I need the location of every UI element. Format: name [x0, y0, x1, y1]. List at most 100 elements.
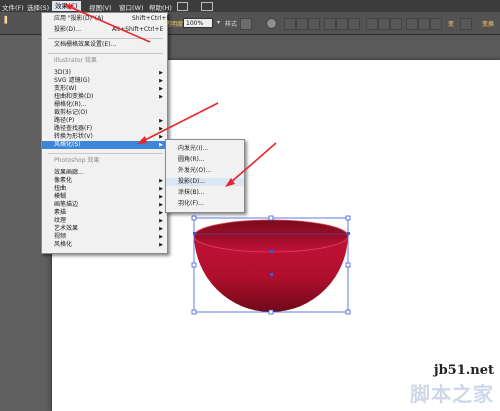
selection-handle[interactable]: [268, 215, 274, 221]
document-raster-settings-label: 文档栅格效果设置(E)...: [54, 41, 117, 48]
opacity-select[interactable]: 100%: [183, 18, 213, 28]
menu-select[interactable]: 选择(S): [27, 2, 49, 12]
menu-file[interactable]: 文件(F): [2, 2, 24, 12]
submenu-arrow-icon: ▶: [159, 86, 163, 92]
menu-item-path[interactable]: 路径(P) ▶: [42, 117, 167, 125]
submenu-item-round-corners[interactable]: 圆角(R)...: [166, 156, 244, 164]
menu-item-pathfinder[interactable]: 路径查找器(F) ▶: [42, 125, 167, 133]
menu-item-sketch[interactable]: 素描 ▶: [42, 209, 167, 217]
menu-window[interactable]: 窗口(W): [119, 2, 144, 12]
menu-item-convert-to-shape[interactable]: 转换为形状(V) ▶: [42, 133, 167, 141]
submenu-arrow-icon: ▶: [159, 202, 163, 208]
submenu-arrow-icon: ▶: [159, 210, 163, 216]
transform-label[interactable]: 变换: [482, 19, 494, 28]
submenu-arrow-icon: ▶: [159, 94, 163, 100]
submenu-item-inner-glow[interactable]: 内发光(I)...: [166, 145, 244, 153]
menu-item-video[interactable]: 视频 ▶: [42, 233, 167, 241]
menu-help[interactable]: 帮助(H): [149, 2, 172, 12]
align-top-icon[interactable]: [324, 18, 336, 30]
distribute-5-icon[interactable]: [418, 18, 430, 30]
submenu-item-drop-shadow[interactable]: 投影(D)...: [166, 178, 244, 186]
last-effect-shortcut: Alt+Shift+Ctrl+E: [112, 26, 164, 33]
menu-item-label: 路径查找器(F): [54, 125, 93, 132]
last-effect-label: 投影(D)...: [54, 26, 82, 33]
anchor-point[interactable]: [347, 232, 350, 235]
submenu-arrow-icon: ▶: [159, 242, 163, 248]
menu-item-warp[interactable]: 变形(W) ▶: [42, 85, 167, 93]
bridge-icon[interactable]: [177, 2, 188, 11]
submenu-item-label: 圆角(R)...: [178, 156, 205, 163]
align-bottom-icon[interactable]: [348, 18, 360, 30]
menu-item-3d[interactable]: 3D(3) ▶: [42, 69, 167, 77]
submenu-item-outer-glow[interactable]: 外发光(O)...: [166, 167, 244, 175]
menu-item-stylize[interactable]: 风格化(S) ▶: [42, 141, 167, 149]
menu-item-rasterize[interactable]: 栅格化(R)...: [42, 101, 167, 109]
menu-item-label: 效果画廊...: [54, 169, 84, 176]
align-middle-icon[interactable]: [336, 18, 348, 30]
submenu-item-label: 投影(D)...: [178, 178, 206, 185]
menu-item-brush-strokes[interactable]: 画笔描边 ▶: [42, 201, 167, 209]
align-center-icon[interactable]: [296, 18, 308, 30]
watermark-name: 脚本之家: [410, 382, 494, 406]
submenu-arrow-icon: ▶: [159, 194, 163, 200]
menu-item-distort-transform[interactable]: 扭曲和变换(D) ▶: [42, 93, 167, 101]
submenu-arrow-icon: ▶: [159, 178, 163, 184]
menu-item-svg-filters[interactable]: SVG 滤镜(G) ▶: [42, 77, 167, 85]
menu-separator: [48, 38, 163, 39]
anchor-point[interactable]: [193, 232, 196, 235]
menu-item-distort[interactable]: 扭曲 ▶: [42, 185, 167, 193]
distribute-4-icon[interactable]: [406, 18, 418, 30]
distribute-6-icon[interactable]: [430, 18, 442, 30]
menu-item-label: 艺术效果: [54, 225, 79, 232]
selection-handle[interactable]: [268, 309, 274, 315]
selection-handle[interactable]: [345, 262, 351, 268]
distribute-2-icon[interactable]: [378, 18, 390, 30]
illustrator-effects-header-label: Illustrator 效果: [54, 57, 97, 64]
apply-last-effect[interactable]: 应用 "投影(D)"(A) Shift+Ctrl+E: [42, 15, 171, 23]
menu-item-label: 风格化: [54, 241, 73, 248]
menu-item-label: 裁剪标记(O): [54, 109, 88, 116]
distribute-3-icon[interactable]: [390, 18, 402, 30]
document-raster-settings[interactable]: 文档栅格效果设置(E)...: [42, 41, 167, 49]
menu-effect[interactable]: 效果(C): [52, 1, 81, 11]
apply-last-effect-shortcut: Shift+Ctrl+E: [132, 15, 171, 22]
align-left-icon[interactable]: [284, 18, 296, 30]
submenu-arrow-icon: ▶: [159, 78, 163, 84]
distribute-icon[interactable]: [366, 18, 378, 30]
apply-last-effect-label: 应用 "投影(D)"(A): [54, 15, 104, 22]
menu-item-blur[interactable]: 模糊 ▶: [42, 193, 167, 201]
menu-item-effect-gallery[interactable]: 效果画廊...: [42, 169, 167, 177]
selection-handle[interactable]: [191, 262, 197, 268]
submenu-arrow-icon: ▶: [159, 70, 163, 76]
menu-view[interactable]: 视图(V): [89, 2, 112, 12]
menu-item-label: 素描: [54, 209, 67, 216]
transform-short-label[interactable]: 变: [448, 19, 454, 28]
isolate-icon[interactable]: [460, 18, 472, 30]
center-point[interactable]: [270, 273, 273, 276]
selection-handle[interactable]: [191, 309, 197, 315]
menu-item-texture[interactable]: 纹理 ▶: [42, 217, 167, 225]
menu-separator: [48, 53, 163, 54]
dropdown-arrow-icon[interactable]: ▾: [217, 19, 220, 26]
menu-item-stylize-ps[interactable]: 风格化 ▶: [42, 241, 167, 249]
submenu-item-feather[interactable]: 羽化(F)...: [166, 200, 244, 208]
arrange-documents-icon[interactable]: [201, 2, 213, 11]
menu-item-crop-marks[interactable]: 裁剪标记(O): [42, 109, 167, 117]
selection-handle[interactable]: [345, 215, 351, 221]
stylize-submenu: 内发光(I)... 圆角(R)... 外发光(O)... 投影(D)... 涂抹…: [165, 139, 245, 213]
menu-item-label: 转换为形状(V): [54, 133, 93, 140]
menu-item-artistic[interactable]: 艺术效果 ▶: [42, 225, 167, 233]
submenu-item-label: 内发光(I)...: [178, 145, 209, 152]
recolor-icon[interactable]: [266, 18, 277, 29]
submenu-item-scribble[interactable]: 涂抹(B)...: [166, 189, 244, 197]
last-effect[interactable]: 投影(D)... Alt+Shift+Ctrl+E: [42, 26, 167, 34]
menu-item-pixelate[interactable]: 像素化 ▶: [42, 177, 167, 185]
selection-handle[interactable]: [191, 215, 197, 221]
menu-item-label: 变形(W): [54, 85, 77, 92]
selection-handle[interactable]: [345, 309, 351, 315]
menu-item-label: 栅格化(R)...: [54, 101, 87, 108]
align-right-icon[interactable]: [308, 18, 320, 30]
menu-item-label: 路径(P): [54, 117, 75, 124]
style-swatch[interactable]: [240, 18, 252, 30]
anchor-point[interactable]: [270, 250, 273, 253]
